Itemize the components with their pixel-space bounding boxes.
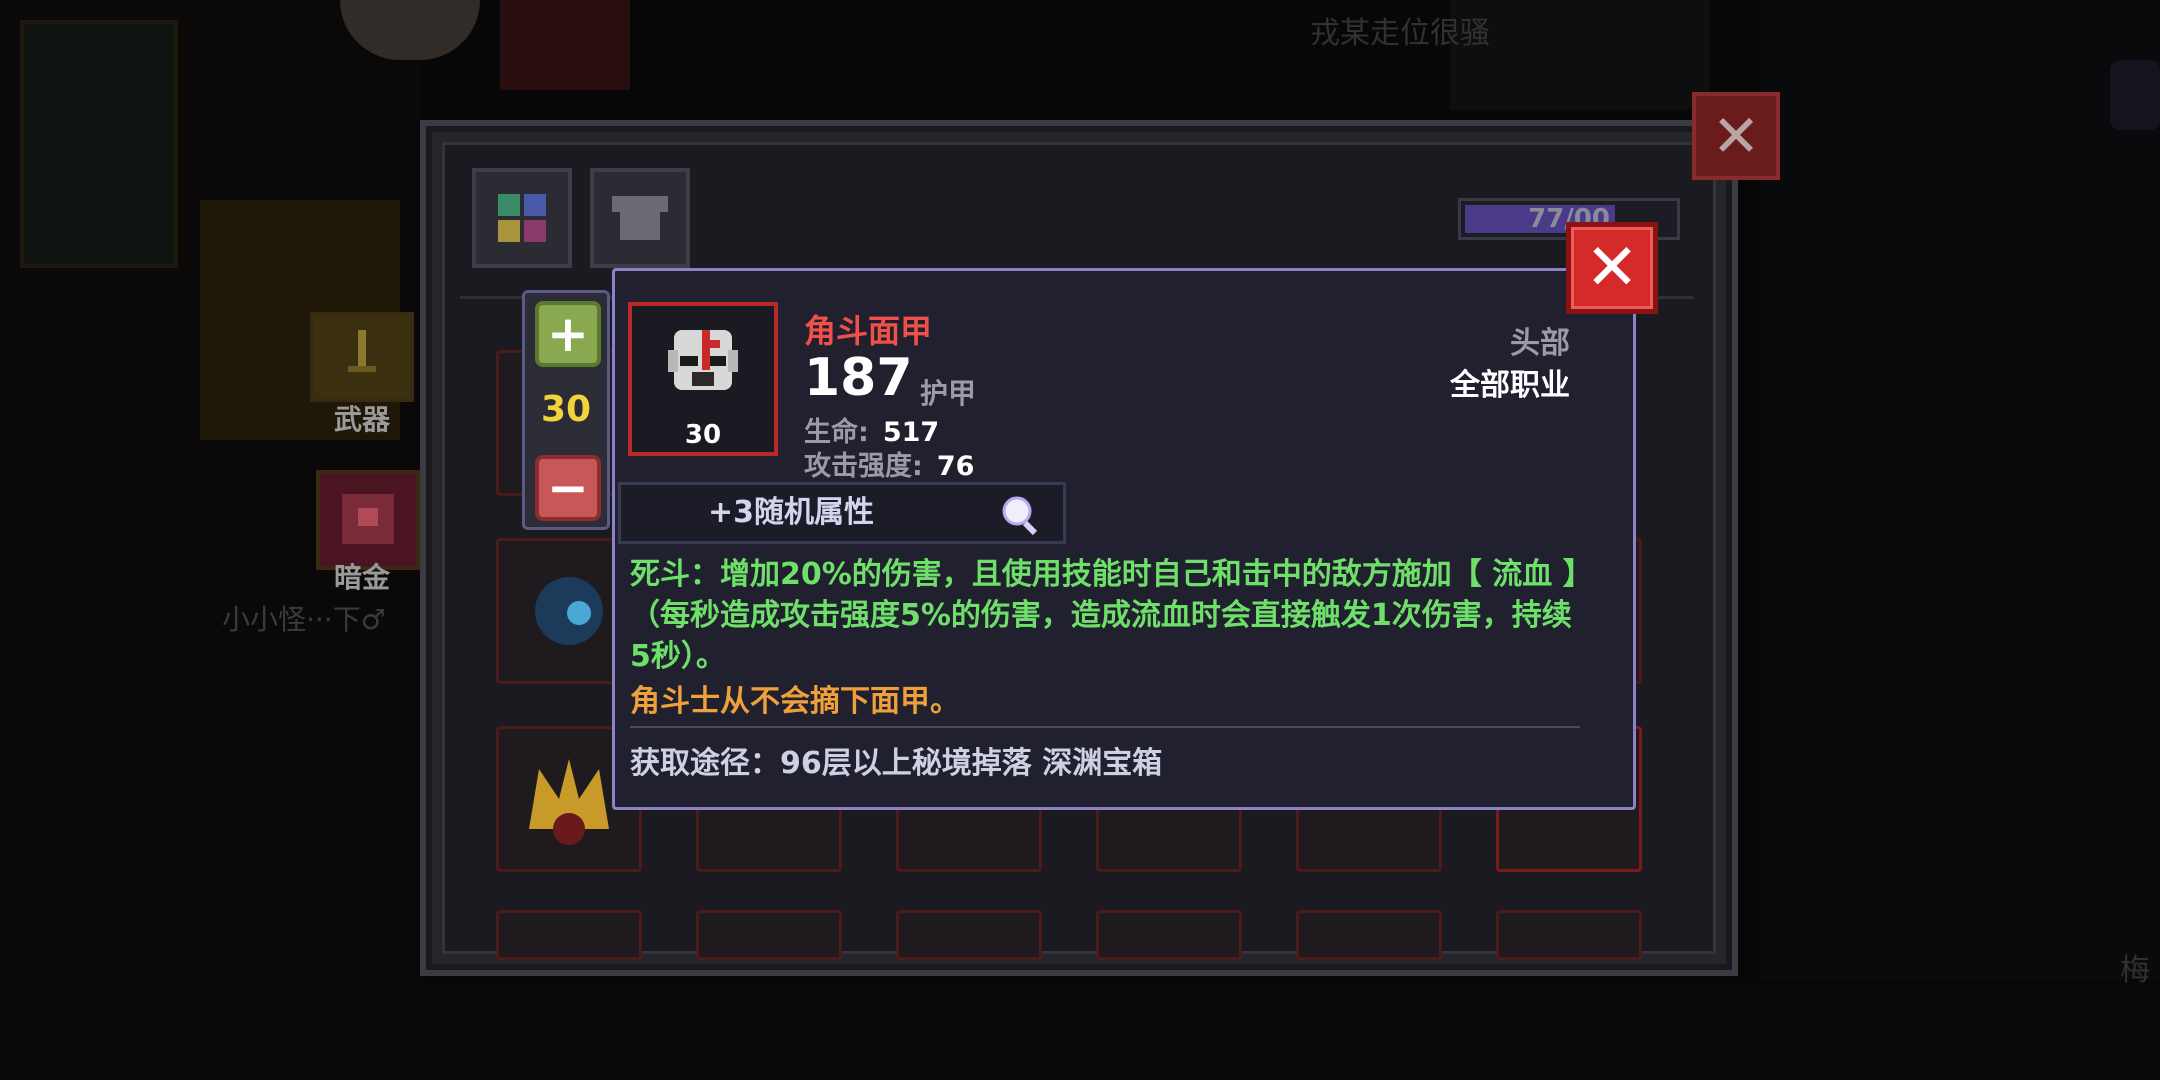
magnifier-icon[interactable] — [999, 493, 1043, 537]
close-icon: ✕ — [1711, 102, 1761, 170]
random-attributes-label: +3随机属性 — [707, 495, 874, 530]
inventory-slot[interactable] — [696, 910, 842, 960]
item-flavor-text: 角斗士从不会摘下面甲。 — [630, 684, 960, 719]
inventory-slot[interactable] — [1296, 910, 1442, 960]
stat-label: 攻击强度: — [804, 451, 923, 482]
minus-icon: − — [547, 459, 589, 517]
class-requirement: 全部职业 — [1450, 368, 1570, 403]
armor-icon — [612, 196, 668, 240]
side-weapon-button[interactable] — [310, 312, 414, 402]
gladiator-mask-icon — [668, 330, 738, 390]
random-attributes-box[interactable]: +3随机属性 — [618, 482, 1066, 544]
level-value: 30 — [540, 389, 592, 430]
sword-icon — [348, 330, 376, 372]
item-name: 角斗面甲 — [804, 312, 933, 350]
side-dark-gold-button[interactable] — [316, 470, 420, 570]
book-icon — [342, 494, 394, 544]
inventory-slot[interactable] — [1096, 910, 1242, 960]
stat-value: 76 — [936, 451, 975, 482]
inventory-slot[interactable] — [496, 910, 642, 960]
equipment-slot-type: 头部 — [1510, 326, 1570, 361]
tooltip-close-button[interactable]: ✕ — [1566, 222, 1658, 314]
tab-equipment[interactable] — [590, 168, 690, 268]
item-icon-frame: 30 — [628, 302, 778, 456]
inventory-slot[interactable] — [1496, 910, 1642, 960]
tab-gems[interactable] — [472, 168, 572, 268]
level-plus-button[interactable]: + — [535, 301, 601, 367]
plus-icon: + — [547, 305, 589, 363]
side-weapon-label: 武器 — [334, 403, 391, 436]
tooltip-divider — [630, 726, 1580, 728]
gem-grid-icon — [498, 194, 546, 242]
item-effect-text: 死斗：增加20%的伤害，且使用技能时自己和击中的敌方施加【 流血 】（每秒造成攻… — [630, 557, 1578, 674]
inventory-slot[interactable] — [896, 910, 1042, 960]
armor-value: 187 — [804, 348, 913, 408]
armor-label: 护甲 — [920, 377, 977, 410]
item-source-text: 获取途径：96层以上秘境掉落 深渊宝箱 — [630, 746, 1163, 781]
level-minus-button[interactable]: − — [535, 455, 601, 521]
inventory-close-button[interactable]: ✕ — [1692, 92, 1780, 180]
item-level: 30 — [684, 420, 722, 450]
close-icon: ✕ — [1585, 231, 1639, 305]
stat-attack-power: 攻击强度: 76 — [804, 444, 974, 483]
level-stepper: + 30 − — [522, 290, 610, 530]
side-dark-gold-label: 暗金 — [334, 561, 391, 594]
